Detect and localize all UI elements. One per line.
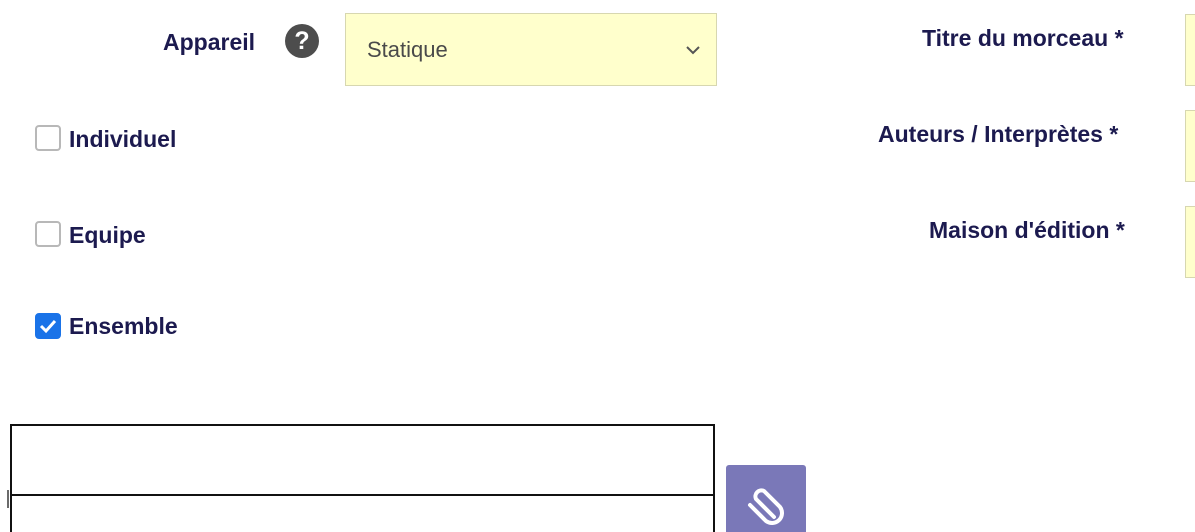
device-label: Appareil: [163, 29, 256, 55]
title-label: Titre du morceau *: [922, 25, 1124, 51]
checkmark-icon: [39, 319, 57, 334]
checkbox-individuel-label: Individuel: [69, 126, 177, 152]
text-box-upper[interactable]: [10, 424, 715, 496]
chevron-down-icon: [686, 46, 700, 55]
text-box-lower[interactable]: [10, 494, 715, 532]
checkbox-individuel[interactable]: [35, 125, 61, 151]
title-input[interactable]: [1185, 14, 1195, 86]
question-circle-icon[interactable]: ?: [285, 24, 319, 58]
attach-file-button[interactable]: [726, 465, 806, 532]
device-select[interactable]: Statique: [345, 13, 717, 86]
form-page: Appareil ? Statique Titre du morceau * A…: [0, 0, 1195, 532]
paperclip-icon: [748, 488, 784, 525]
checkbox-equipe-label: Equipe: [69, 222, 146, 248]
device-select-value: Statique: [367, 36, 448, 62]
publisher-input[interactable]: [1185, 206, 1195, 278]
publisher-label: Maison d'édition *: [929, 217, 1125, 243]
checkbox-ensemble-label: Ensemble: [69, 313, 178, 339]
text-cursor: [7, 490, 9, 508]
authors-label: Auteurs / Interprètes *: [878, 121, 1119, 147]
checkbox-ensemble[interactable]: [35, 313, 61, 339]
checkbox-equipe[interactable]: [35, 221, 61, 247]
authors-input[interactable]: [1185, 110, 1195, 182]
